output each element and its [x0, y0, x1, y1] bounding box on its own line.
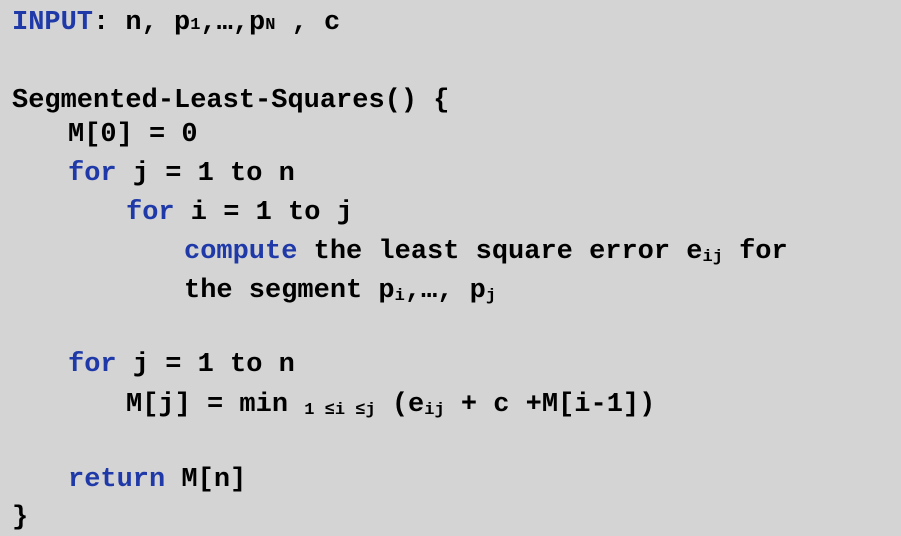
p1-sub: 1: [190, 16, 201, 35]
pn-sub: N: [265, 16, 276, 35]
pj-sub: j: [485, 287, 497, 306]
compute-text: the least square error e: [297, 237, 703, 267]
pi-sub: i: [394, 287, 405, 306]
for-keyword: for: [68, 350, 117, 380]
for-j-loop-1: for j = 1 to n: [68, 159, 295, 189]
segment-text: the segment p: [184, 276, 395, 306]
mj-line: M[j] = min 1 ≤i ≤j (eij + c +M[i-1]): [126, 390, 655, 420]
segment-mid: ,…, p: [404, 276, 486, 306]
function-header: Segmented-Least-Squares() {: [12, 86, 450, 116]
input-keyword: INPUT: [12, 8, 94, 38]
eij-sub: ij: [702, 248, 723, 267]
input-line: INPUT: n, p1,…,pN , c: [12, 8, 340, 38]
for-i-rest: i = 1 to j: [174, 198, 353, 228]
mj-open: (e: [375, 390, 425, 420]
code-block: INPUT: n, p1,…,pN , c Segmented-Least-Sq…: [0, 0, 901, 536]
mj-eij-sub: ij: [424, 401, 445, 420]
input-tail: , c: [275, 8, 341, 38]
mj-head: M[j] = min: [126, 390, 305, 420]
compute-keyword: compute: [184, 237, 298, 267]
for-keyword: for: [126, 198, 175, 228]
return-line: return M[n]: [68, 465, 246, 495]
for-j-loop-2: for j = 1 to n: [68, 350, 295, 380]
for-j-rest: j = 1 to n: [116, 159, 295, 189]
mj-tail: + c +M[i-1]): [444, 390, 656, 420]
m0-line: M[0] = 0: [68, 120, 198, 150]
p1-base: p: [174, 8, 191, 38]
for-j2-rest: j = 1 to n: [116, 350, 295, 380]
compute-tail: for: [722, 237, 788, 267]
closing-brace: }: [12, 503, 29, 533]
return-keyword: return: [68, 465, 166, 495]
min-range: 1 ≤i ≤j: [304, 401, 376, 420]
input-ellipsis: ,…,: [200, 8, 250, 38]
return-rest: M[n]: [165, 465, 247, 495]
for-keyword: for: [68, 159, 117, 189]
for-i-loop: for i = 1 to j: [126, 198, 353, 228]
segment-line: the segment pi,…, pj: [184, 276, 496, 306]
compute-line: compute the least square error eij for: [184, 237, 788, 267]
input-params-start: : n,: [93, 8, 175, 38]
pn-base: p: [249, 8, 266, 38]
